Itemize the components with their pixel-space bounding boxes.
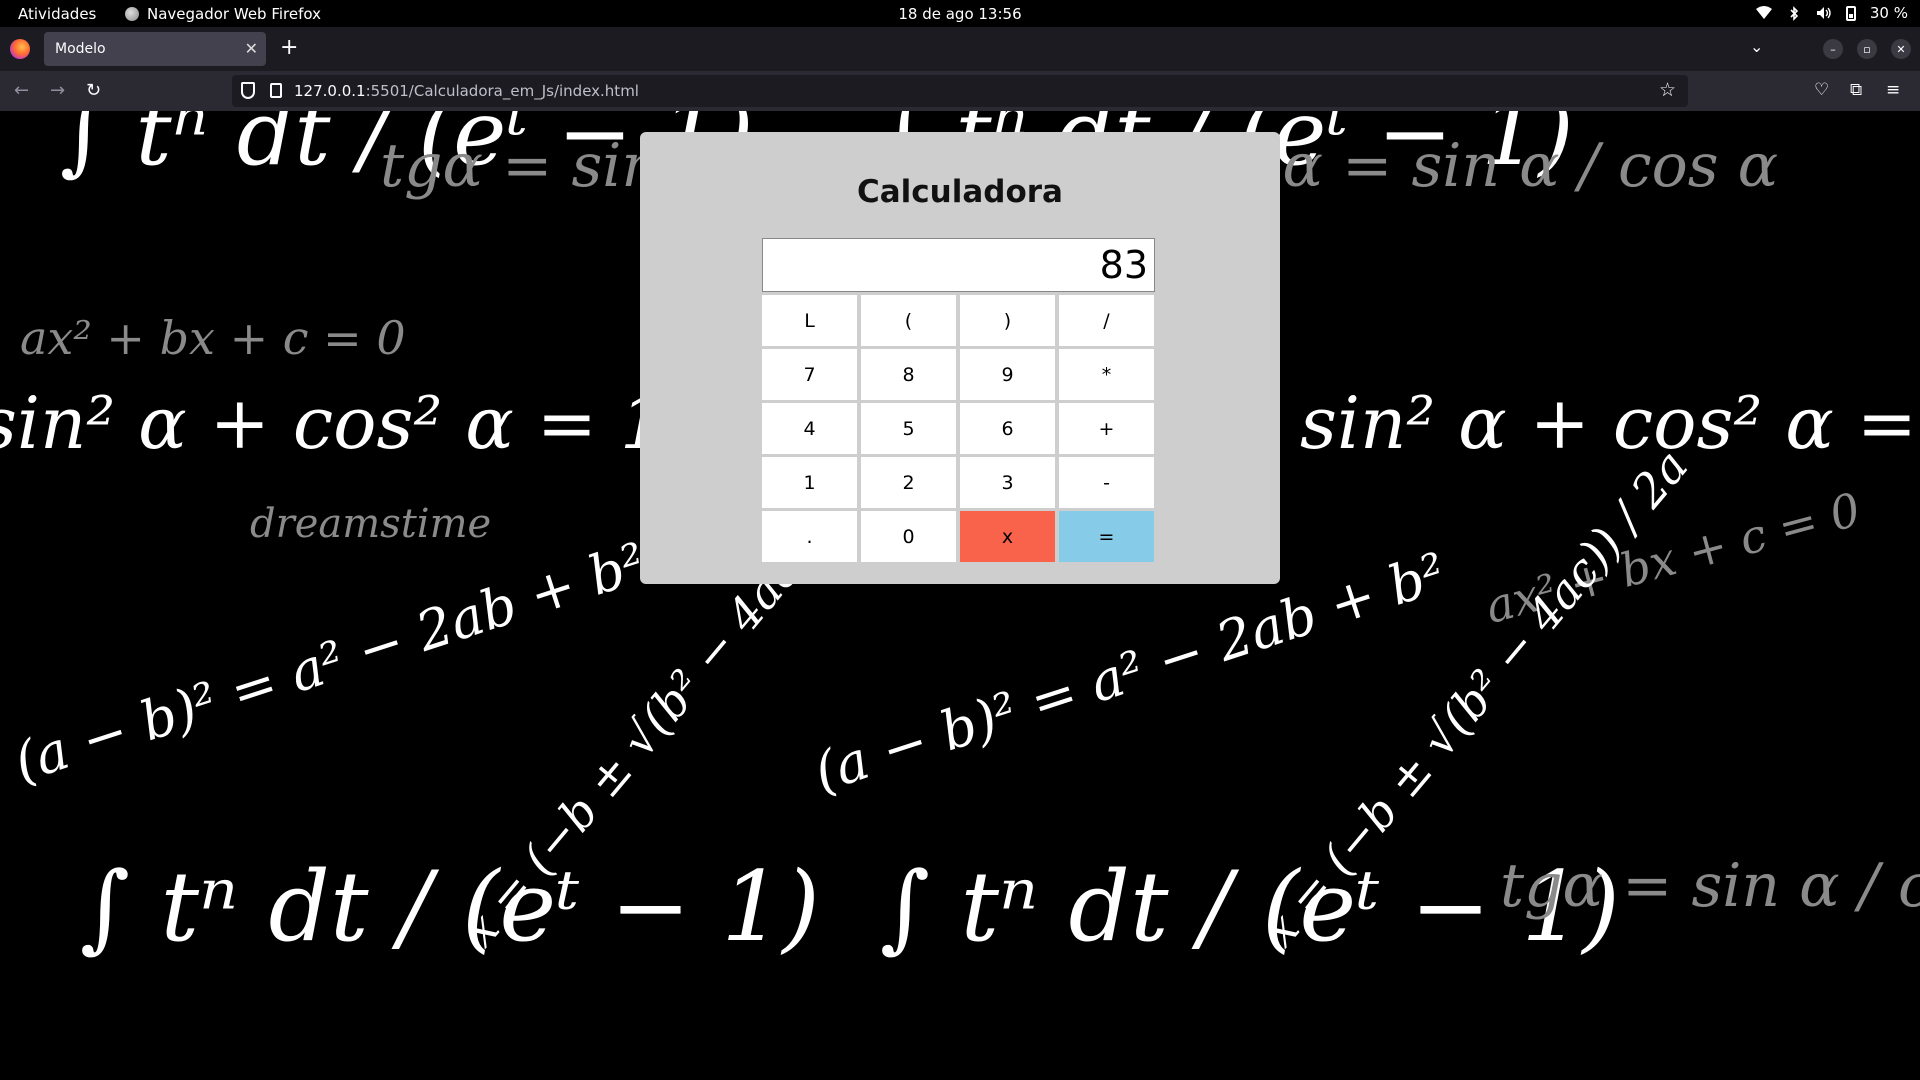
calculator-display[interactable]: 83 bbox=[762, 238, 1155, 292]
tab-title: Modelo bbox=[55, 41, 106, 57]
key-equals[interactable]: = bbox=[1059, 511, 1154, 562]
menu-hamburger-icon[interactable]: ≡ bbox=[1886, 80, 1900, 100]
calculator-keypad: L()/ 7 8 9 * 4 5 6 +1 2 3-. 0 x = bbox=[762, 295, 1154, 562]
page-viewport: ∫ tⁿ dt / (eᵗ − 1) tgα = sin α / cos α s… bbox=[0, 111, 1920, 1080]
reload-icon[interactable]: ↻ bbox=[86, 80, 101, 101]
system-top-bar: Atividades Navegador Web Firefox 18 de a… bbox=[0, 0, 1920, 27]
pocket-icon[interactable]: ♡ bbox=[1814, 80, 1829, 100]
key-9[interactable]: 9 bbox=[960, 349, 1055, 400]
maximize-window-button[interactable]: ▫ bbox=[1857, 39, 1877, 59]
key-decimal[interactable]: . bbox=[762, 511, 857, 562]
battery-percentage: 30 % bbox=[1869, 4, 1908, 22]
background-formula-quadratic: ax² + bx + c = 0 bbox=[20, 311, 406, 365]
key-5[interactable]: 5 bbox=[861, 403, 956, 454]
calculator-panel: Calculadora 83 L()/ 7 8 9 * 4 5 6 +1 2 3-. 0 x = bbox=[640, 132, 1280, 584]
calculator-title: Calculadora bbox=[857, 174, 1063, 210]
page-info-icon[interactable] bbox=[270, 83, 282, 98]
key-3[interactable]: 3 bbox=[960, 457, 1055, 508]
background-formula-identity-2: sin² α + cos² α = 1 bbox=[1300, 381, 1920, 465]
back-arrow-icon[interactable]: ← bbox=[14, 80, 29, 101]
navigation-toolbar: ← → ↻ 127.0.0.1:5501/Calculadora_em_Js/i… bbox=[0, 71, 1920, 111]
battery-icon bbox=[1845, 5, 1856, 21]
firefox-logo-icon[interactable] bbox=[10, 39, 30, 59]
close-tab-icon[interactable]: ✕ bbox=[245, 39, 258, 58]
key-open-paren[interactable]: ( bbox=[861, 295, 956, 346]
clock[interactable]: 18 de ago 13:56 bbox=[0, 5, 1920, 23]
address-bar[interactable]: 127.0.0.1:5501/Calculadora_em_Js/index.h… bbox=[232, 75, 1688, 107]
tracking-protection-shield-icon[interactable] bbox=[241, 82, 255, 99]
background-formula-tangent-2: tgα = sin α / cos α bbox=[1220, 131, 1779, 201]
url-path: :5501/Calculadora_em_Js/index.html bbox=[365, 82, 639, 100]
key-close-paren[interactable]: ) bbox=[960, 295, 1055, 346]
key-7[interactable]: 7 bbox=[762, 349, 857, 400]
url-host: 127.0.0.1 bbox=[294, 82, 366, 100]
key-4[interactable]: 4 bbox=[762, 403, 857, 454]
bluetooth-icon bbox=[1786, 5, 1802, 21]
background-formula-integral-2: ∫ tⁿ dt / (eᵗ − 1) bbox=[80, 851, 820, 963]
key-clear-line[interactable]: L bbox=[762, 295, 857, 346]
minimize-window-button[interactable]: – bbox=[1823, 39, 1843, 59]
forward-arrow-icon[interactable]: → bbox=[50, 80, 65, 101]
tab-modelo[interactable]: Modelo ✕ bbox=[44, 32, 266, 66]
background-formula-identity: sin² α + cos² α = 1 bbox=[0, 381, 666, 465]
key-1[interactable]: 1 bbox=[762, 457, 857, 508]
background-formula-tangent-3: tgα = sin α / cos α bbox=[1500, 851, 1920, 921]
key-multiply[interactable]: * bbox=[1059, 349, 1154, 400]
system-tray[interactable]: 30 % bbox=[1755, 4, 1908, 22]
close-window-button[interactable]: ✕ bbox=[1891, 39, 1911, 59]
key-plus[interactable]: + bbox=[1059, 403, 1154, 454]
url-text[interactable]: 127.0.0.1:5501/Calculadora_em_Js/index.h… bbox=[294, 82, 639, 100]
bookmark-star-icon[interactable]: ☆ bbox=[1659, 79, 1676, 101]
extensions-icon[interactable]: ⧉ bbox=[1850, 80, 1862, 100]
key-0[interactable]: 0 bbox=[861, 511, 956, 562]
wifi-icon bbox=[1755, 5, 1772, 21]
background-formula-square: (a − b)² = a² − 2ab + b² bbox=[6, 530, 654, 795]
tab-strip: Modelo ✕ + ⌄ – ▫ ✕ bbox=[0, 27, 1920, 71]
key-2[interactable]: 2 bbox=[861, 457, 956, 508]
background-watermark: dreamstime bbox=[250, 501, 492, 547]
list-all-tabs-chevron-icon[interactable]: ⌄ bbox=[1750, 37, 1763, 56]
key-8[interactable]: 8 bbox=[861, 349, 956, 400]
key-6[interactable]: 6 bbox=[960, 403, 1055, 454]
key-minus[interactable]: - bbox=[1059, 457, 1154, 508]
volume-icon bbox=[1816, 5, 1832, 21]
new-tab-button[interactable]: + bbox=[280, 35, 298, 60]
key-divide[interactable]: / bbox=[1059, 295, 1154, 346]
key-clear[interactable]: x bbox=[960, 511, 1055, 562]
